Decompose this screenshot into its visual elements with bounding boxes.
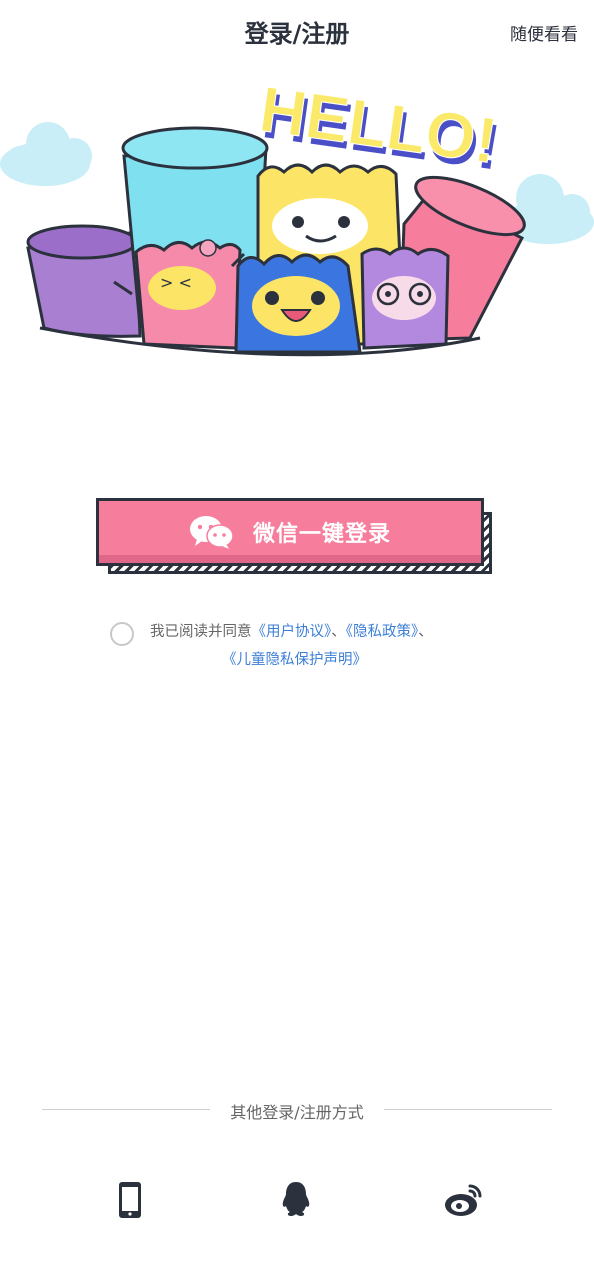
separator: 、 bbox=[418, 624, 433, 640]
separator: 、 bbox=[331, 624, 346, 640]
purple-cylinder bbox=[26, 224, 142, 338]
header: 登录/注册 随便看看 bbox=[0, 0, 594, 64]
child-privacy-link[interactable]: 《儿童隐私保护声明》 bbox=[222, 652, 367, 668]
other-login-label: 其他登录/注册方式 bbox=[230, 1103, 364, 1122]
wechat-login-group: 微信一键登录 bbox=[96, 498, 498, 580]
svg-text:> <: > < bbox=[160, 273, 192, 292]
page-title: 登录/注册 bbox=[244, 20, 350, 48]
qq-icon[interactable] bbox=[274, 1178, 318, 1222]
lilac-monster bbox=[360, 246, 450, 350]
weibo-icon[interactable] bbox=[442, 1178, 486, 1222]
user-agreement-link[interactable]: 《用户协议》 bbox=[252, 624, 332, 640]
agreement-prefix: 我已阅读并同意 bbox=[150, 624, 252, 640]
browse-button[interactable]: 随便看看 bbox=[510, 20, 578, 45]
agreement-text-line2: 《儿童隐私保护声明》 bbox=[222, 648, 367, 669]
hello-illustration: HELLO! HELLO! > < bbox=[0, 76, 594, 357]
privacy-policy-link[interactable]: 《隐私政策》 bbox=[346, 624, 419, 640]
cloud-left bbox=[0, 122, 92, 186]
blue-monster bbox=[234, 253, 362, 354]
divider-right bbox=[384, 1109, 552, 1110]
phone-icon[interactable] bbox=[108, 1178, 152, 1222]
wechat-login-label: 微信一键登录 bbox=[252, 522, 391, 547]
wechat-login-button[interactable]: 微信一键登录 bbox=[96, 498, 484, 566]
wechat-icon bbox=[189, 516, 234, 549]
agree-radio[interactable] bbox=[110, 622, 134, 646]
agreement-text-line1: 我已阅读并同意《用户协议》、《隐私政策》、 bbox=[150, 620, 433, 641]
